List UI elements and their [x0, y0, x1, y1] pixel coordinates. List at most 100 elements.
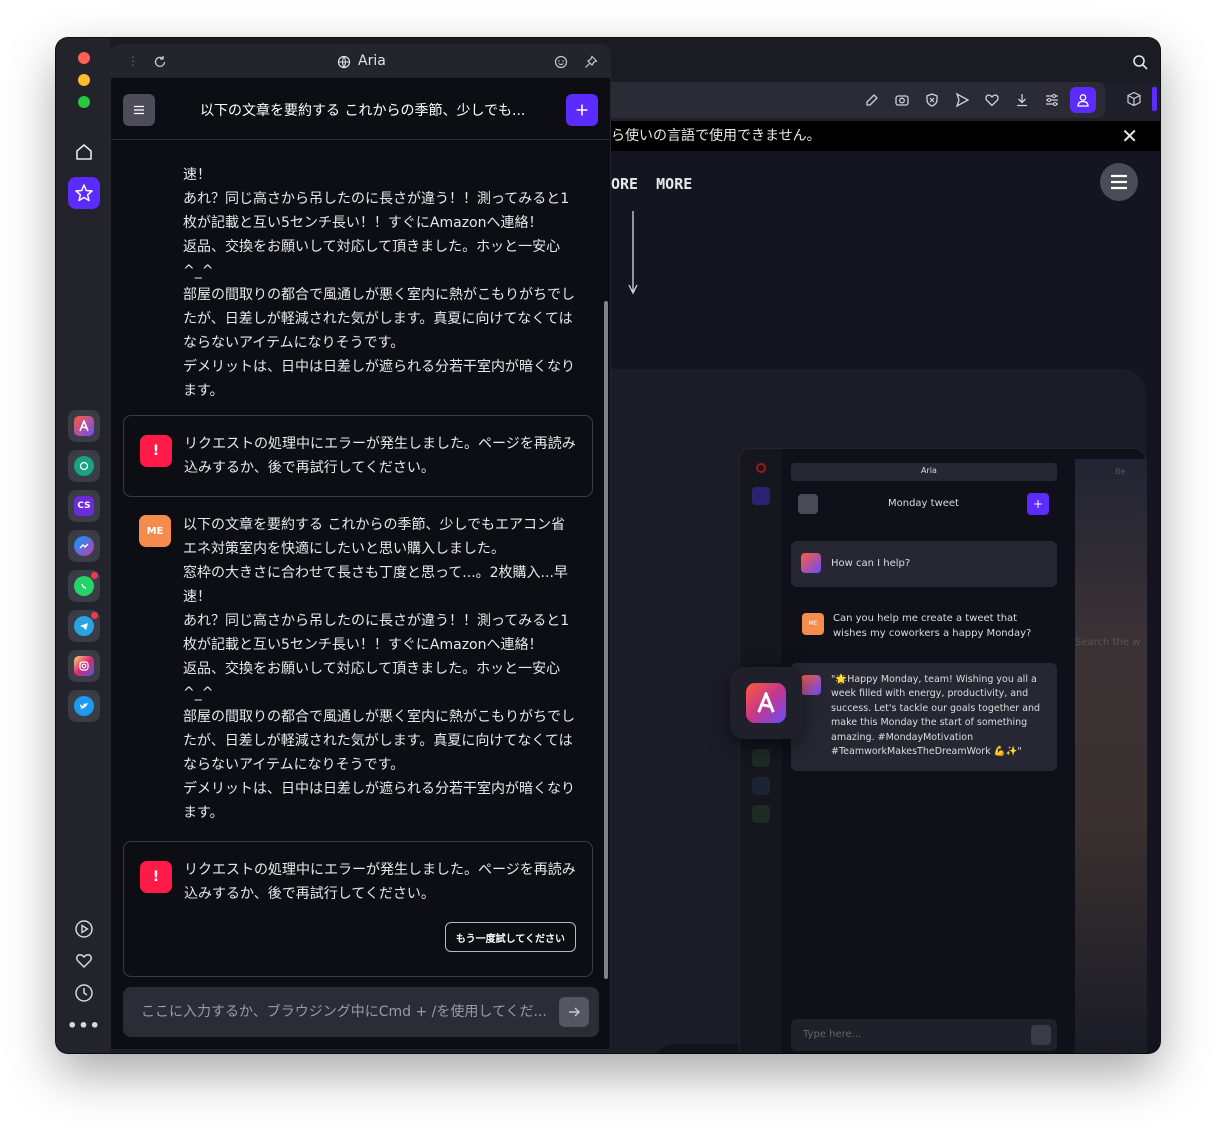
toolbar-accent-bar: [1152, 87, 1157, 111]
preview-user-line: wishes my coworkers a happy Monday?: [833, 628, 1032, 639]
translation-notice: ら使いの言語で使用できません。 ✕: [611, 121, 1160, 151]
chat-scrollbar[interactable]: [604, 301, 608, 979]
preview-new-chat-button: +: [1027, 493, 1049, 515]
downloads-button[interactable]: [1013, 91, 1031, 109]
message-line: 以下の文章を要約する これからの季節、少しでもエアコン省: [183, 517, 566, 533]
user-message: 以下の文章を要約する これからの季節、少しでもエアコン省 エネ対策室内を快適にした…: [183, 513, 575, 825]
pin-icon[interactable]: [584, 55, 598, 69]
cube-icon: [1127, 91, 1141, 107]
preview-spotify-icon: [752, 805, 770, 823]
instagram-icon: [74, 656, 94, 676]
preview-sidebar: [740, 449, 782, 1053]
aria-app-button[interactable]: [68, 410, 100, 442]
error-card-with-retry: ! リクエストの処理中にエラーが発生しました。ページを再読み込みするか、後で再試…: [123, 841, 593, 977]
aria-star-icon: [75, 184, 93, 202]
aria-message-tail: 速！ あれ？同じ高さから吊したのに長さが違う！！測ってみると1 枚が記載と互い5セン…: [183, 163, 575, 403]
tab-bar: [611, 38, 1160, 82]
preview-background-page: Be Search the w: [1075, 459, 1147, 1053]
favorites-button[interactable]: [73, 950, 95, 972]
user-icon: [1077, 94, 1089, 107]
more-dots-icon: •••: [67, 1015, 101, 1035]
message-line: 返品、交換をお願いして対応して頂きました。ホッと一安心: [183, 661, 561, 677]
reload-icon[interactable]: [153, 55, 167, 69]
preview-greeting: How can I help?: [831, 558, 911, 569]
message-line: success. Let's tackle our goals together…: [831, 702, 1041, 714]
close-icon: ✕: [1121, 124, 1138, 148]
aria-sidebar-button[interactable]: [68, 177, 100, 209]
whatsapp-app-button[interactable]: [68, 570, 100, 602]
close-window-button[interactable]: [78, 52, 90, 64]
send-button[interactable]: [953, 91, 971, 109]
sliders-icon: [1046, 94, 1058, 106]
preview-tab-label: Be: [1115, 467, 1126, 476]
history-button[interactable]: [73, 982, 95, 1004]
preview-user-line: Can you help me create a tweet that: [833, 613, 1018, 624]
chatgpt-app-button[interactable]: [68, 450, 100, 482]
message-line: ます。: [183, 383, 224, 399]
preview-telegram-icon: [752, 777, 770, 795]
profile-button[interactable]: [1070, 87, 1096, 113]
bookmark-button[interactable]: [983, 91, 1001, 109]
drag-handle-icon[interactable]: ⋮: [127, 54, 139, 68]
search-icon: [1133, 55, 1148, 70]
retry-button[interactable]: もう一度試してください: [444, 922, 576, 952]
preview-screenshot: Aria Monday tweet + How can I help? ME C…: [730, 448, 1147, 1053]
send-message-button[interactable]: [559, 997, 589, 1027]
minimize-window-button[interactable]: [78, 74, 90, 86]
message-line: ならないアイテムになりそうです。: [183, 335, 405, 351]
more-button[interactable]: •••: [67, 1014, 100, 1036]
message-line: ^_^: [183, 263, 214, 279]
message-line: 部屋の間取りの都合で風通しが悪く室内に熱がこもりがちでし: [183, 709, 575, 725]
preview-placeholder: Type here...: [803, 1029, 862, 1040]
home-button[interactable]: [68, 136, 100, 168]
camera-icon: [895, 95, 909, 106]
chatsonic-icon: CS: [74, 496, 94, 516]
close-notice-button[interactable]: ✕: [1121, 121, 1138, 151]
preview-reply-card: "🌟Happy Monday, team! Wishing you all a w…: [791, 663, 1057, 771]
preview-aria-icon: [752, 487, 770, 505]
arrow-right-icon: [569, 1007, 580, 1017]
message-line: ^_^: [183, 685, 214, 701]
message-line: #TeamworkMakesTheDreamWork 💪✨": [831, 746, 1022, 758]
shield-icon: [926, 93, 938, 107]
chat-input[interactable]: ここに入力するか、ブラウジング中にCmd + /を使用してくだ...: [123, 987, 599, 1037]
message-line: 枚が記載と互い5センチ長い！！すぐにAmazonへ連絡！: [183, 215, 543, 231]
twitter-icon: [74, 696, 94, 716]
menu-lines-icon: [134, 105, 144, 115]
messenger-app-button[interactable]: [68, 530, 100, 562]
preview-opera-icon: [756, 463, 766, 473]
menu-button[interactable]: [1100, 163, 1138, 201]
send-icon: [955, 92, 970, 108]
download-icon: [1017, 94, 1027, 107]
snapshot-button[interactable]: [893, 91, 911, 109]
message-line: make this Monday the start of something: [831, 717, 1028, 729]
player-button[interactable]: [73, 918, 95, 940]
notification-dot: [91, 572, 98, 579]
preview-panel-header: Aria: [791, 463, 1057, 481]
easy-setup-button[interactable]: [1043, 91, 1061, 109]
message-line: 枚が記載と互い5センチ長い！！すぐにAmazonへ連絡！: [183, 637, 543, 653]
chat-list-button[interactable]: [123, 94, 155, 126]
browser-window: CS ••• ら使いの言語で使用できません。 ✕ ORE MORE Aria M…: [56, 38, 1160, 1053]
aria-logo-icon: [74, 416, 94, 436]
error-text: リクエストの処理中にエラーが発生しました。ページを再読み込みするか、後で再試行し…: [184, 862, 576, 902]
telegram-app-button[interactable]: [68, 610, 100, 642]
message-line: あれ？同じ高さから吊したのに長さが違う！！測ってみると1: [183, 613, 570, 629]
search-tabs-button[interactable]: [1132, 54, 1148, 74]
message-line: 部屋の間取りの都合で風通しが悪く室内に熱がこもりがちでし: [183, 287, 575, 303]
preview-aria-logo-icon: [801, 553, 821, 573]
clock-icon: [75, 984, 93, 1002]
preview-input: Type here...: [791, 1019, 1057, 1051]
edit-button[interactable]: [863, 91, 881, 109]
play-circle-icon: [75, 920, 93, 938]
zoom-window-button[interactable]: [78, 96, 90, 108]
preview-reply-text: "🌟Happy Monday, team! Wishing you all a w…: [831, 673, 1040, 759]
instagram-app-button[interactable]: [68, 650, 100, 682]
extensions-button[interactable]: [1126, 91, 1142, 111]
adblock-button[interactable]: [923, 91, 941, 109]
new-chat-button[interactable]: [566, 94, 598, 126]
smiley-icon[interactable]: [554, 55, 568, 69]
chatsonic-app-button[interactable]: CS: [68, 490, 100, 522]
preview-menu-button: [798, 494, 818, 514]
twitter-app-button[interactable]: [68, 690, 100, 722]
